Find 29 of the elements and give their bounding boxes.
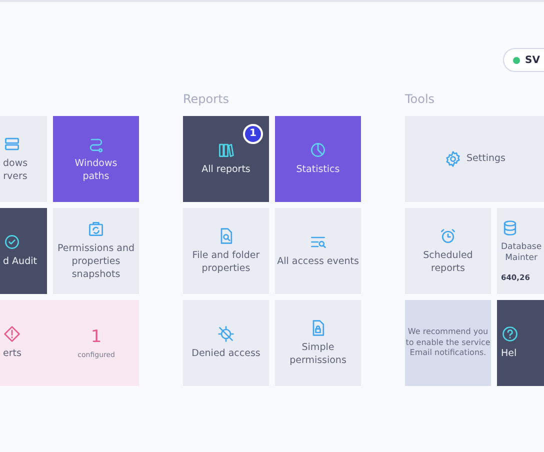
tile-button[interactable]: dows rvers xyxy=(0,116,47,202)
check-circle-icon xyxy=(3,233,21,252)
alert-count: 1 xyxy=(90,326,102,349)
tile-button[interactable]: All access events xyxy=(275,208,361,294)
settings-icon xyxy=(444,150,462,168)
help-icon xyxy=(501,325,519,344)
section-title: Reports xyxy=(183,92,230,108)
tile-button[interactable]: Simple permissions xyxy=(275,300,361,386)
server-status-button[interactable]: SV xyxy=(503,48,544,72)
tile-button[interactable]: File and folder properties xyxy=(183,208,269,294)
pie-chart-icon xyxy=(309,141,327,160)
warning-icon xyxy=(3,325,22,344)
tile-button[interactable]: Settings xyxy=(405,116,544,202)
tile-button[interactable]: All reports 1 xyxy=(183,116,269,202)
tile-button[interactable]: d Audit xyxy=(0,208,47,294)
alarm-clock-icon xyxy=(439,226,457,245)
tile-button[interactable]: Windows paths xyxy=(53,116,139,202)
books-icon xyxy=(216,141,235,160)
crossed-sun-icon xyxy=(216,325,235,344)
tile-button[interactable]: Hel xyxy=(497,300,544,386)
tile-button[interactable]: Denied access xyxy=(183,300,269,386)
tile-button[interactable]: Permissions and properties snapshots xyxy=(53,208,139,294)
tile-button[interactable]: Statistics xyxy=(275,116,361,202)
camera-icon xyxy=(87,220,105,238)
tile-button[interactable]: Scheduled reports xyxy=(405,208,491,294)
section-title: Tools xyxy=(405,92,436,108)
database-icon xyxy=(501,218,519,237)
notice-card: We recommend you to enable the service Email notifications. xyxy=(405,300,491,386)
count-badge: 1 xyxy=(243,124,263,144)
